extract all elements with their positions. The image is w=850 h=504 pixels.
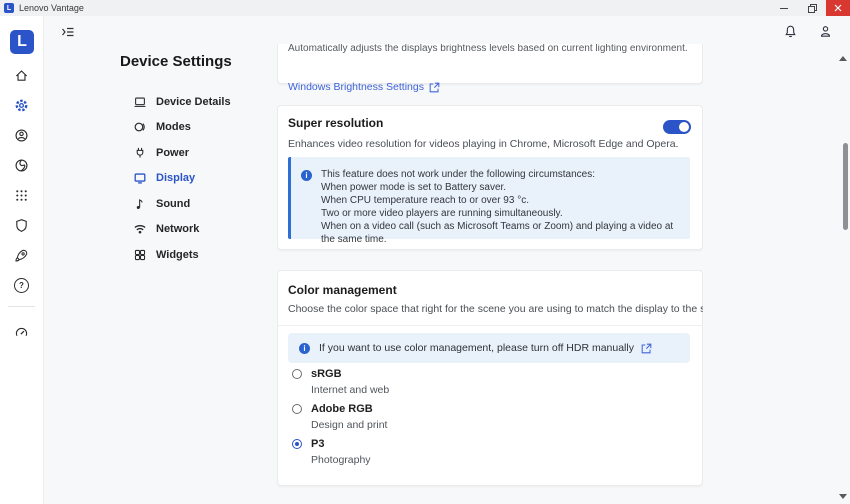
super-resolution-title: Super resolution [288,116,383,130]
color-management-title: Color management [288,283,397,297]
option-description: Internet and web [311,384,389,396]
nav-item-network[interactable]: Network [133,217,273,243]
restore-button[interactable] [798,0,826,16]
brightness-card: Automatically adjusts the displays brigh… [277,44,703,84]
info-line: When CPU temperature reach to or over 93… [321,194,682,207]
display-monitor-icon [133,171,147,185]
windows-brightness-settings-link[interactable]: Windows Brightness Settings [288,81,440,93]
super-resolution-info-box: i This feature does not work under the f… [288,157,690,239]
super-resolution-toggle[interactable] [663,120,691,134]
lenovo-vantage-logo: L [10,30,34,54]
scrollbar-thumb[interactable] [843,143,848,230]
option-label: P3 [311,438,324,450]
nav-item-label: Sound [156,198,190,210]
icon-rail-sidebar: L [0,16,44,504]
window-title: Lenovo Vantage [19,3,84,13]
modes-icon [133,120,147,134]
laptop-icon [133,95,147,109]
info-line: This feature does not work under the fol… [321,168,682,181]
info-line: When on a video call (such as Microsoft … [321,220,682,246]
settings-nav: Device Details Modes Power Display Sound… [133,89,273,268]
minimize-button[interactable] [770,0,798,16]
option-p3[interactable]: P3 Photography [292,437,389,466]
option-description: Photography [311,454,389,466]
help-icon[interactable]: ? [14,278,29,293]
info-icon: i [299,343,310,354]
radio-icon [292,404,302,414]
banner-text: If you want to use color management, ple… [319,342,634,354]
hdr-warning-banner: i If you want to use color management, p… [288,333,690,363]
option-srgb[interactable]: sRGB Internet and web [292,367,389,396]
support-icon[interactable] [14,158,29,173]
notification-bell-icon[interactable] [783,24,798,39]
option-adobe-rgb[interactable]: Adobe RGB Design and print [292,402,389,431]
radio-icon [292,369,302,379]
info-line: When power mode is set to Battery saver. [321,181,682,194]
scrollbar-up-arrow[interactable] [839,56,847,61]
restore-icon [808,4,817,13]
option-label: sRGB [311,368,342,380]
radio-icon [292,439,302,449]
nav-item-power[interactable]: Power [133,140,273,166]
nav-item-label: Modes [156,121,191,133]
brightness-description: Automatically adjusts the displays brigh… [288,44,688,54]
link-label: Windows Brightness Settings [288,81,424,93]
power-plug-icon [133,146,147,160]
nav-item-label: Display [156,172,195,184]
nav-item-device-details[interactable]: Device Details [133,89,273,115]
performance-gauge-icon[interactable] [14,325,29,340]
nav-item-sound[interactable]: Sound [133,191,273,217]
rocket-icon[interactable] [14,248,29,263]
nav-item-label: Power [156,147,189,159]
app-logo-icon: L [4,3,14,13]
super-resolution-description: Enhances video resolution for videos pla… [288,138,678,150]
color-management-description: Choose the color space that right for th… [288,303,703,315]
apps-grid-icon[interactable] [14,188,29,203]
music-note-icon [133,197,147,211]
minimize-icon [780,8,788,9]
close-icon [834,4,842,12]
content-scroll-area: Automatically adjusts the displays brigh… [277,44,703,504]
shield-security-icon[interactable] [14,218,29,233]
nav-item-display[interactable]: Display [133,166,273,192]
user-account-icon[interactable] [14,128,29,143]
nav-item-label: Device Details [156,96,231,108]
home-icon[interactable] [14,68,29,83]
nav-item-label: Network [156,223,199,235]
rail-divider [8,306,35,307]
toggle-knob [679,122,689,132]
close-button[interactable] [826,0,850,16]
card-divider [278,325,702,326]
super-resolution-card: Super resolution Enhances video resoluti… [277,105,703,250]
page-title: Device Settings [120,53,232,70]
external-link-icon[interactable] [641,343,652,354]
option-label: Adobe RGB [311,403,373,415]
external-link-icon [429,82,440,93]
titlebar: L Lenovo Vantage [0,0,850,16]
color-space-options: sRGB Internet and web Adobe RGB Design a… [292,367,389,472]
nav-item-label: Widgets [156,249,199,261]
nav-item-widgets[interactable]: Widgets [133,242,273,268]
nav-expand-icon[interactable] [60,24,76,40]
info-line: Two or more video players are running si… [321,207,682,220]
wifi-icon [133,222,147,236]
nav-item-modes[interactable]: Modes [133,115,273,141]
color-management-card: Color management Choose the color space … [277,270,703,486]
settings-gear-icon[interactable] [14,98,29,113]
user-icon[interactable] [818,24,833,39]
scrollbar-down-arrow[interactable] [839,494,847,499]
widgets-icon [133,248,147,262]
info-icon: i [301,170,312,181]
option-description: Design and print [311,419,389,431]
